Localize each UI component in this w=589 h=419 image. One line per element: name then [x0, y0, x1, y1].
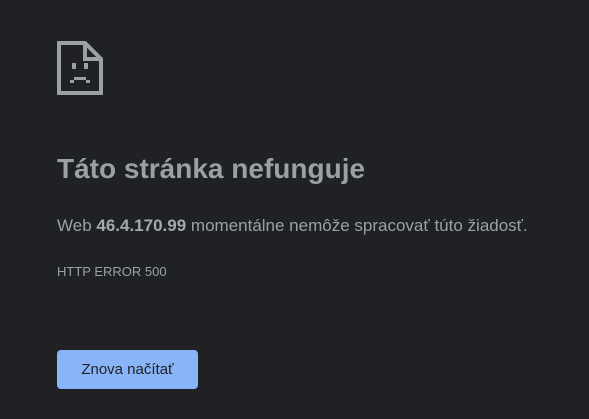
message-suffix: momentálne nemôže spracovať túto žiadosť…: [186, 216, 528, 235]
reload-button[interactable]: Znova načítať: [57, 350, 198, 389]
sad-page-icon: [57, 41, 103, 95]
page-title: Táto stránka nefunguje: [57, 153, 366, 184]
message-prefix: Web: [57, 216, 97, 235]
error-page: Táto stránka nefunguje Web 46.4.170.99 m…: [0, 0, 589, 419]
error-message: Web 46.4.170.99 momentálne nemôže spraco…: [57, 216, 528, 236]
host-address: 46.4.170.99: [96, 216, 187, 235]
error-code: HTTP ERROR 500: [57, 264, 167, 279]
